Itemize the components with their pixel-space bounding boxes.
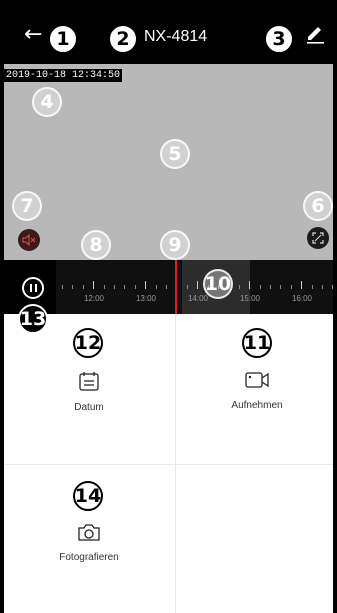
timeline-tick (72, 285, 74, 289)
timeline-tick (186, 285, 188, 289)
video-timestamp: 2019-10-18 12:34:50 (4, 69, 123, 82)
tick-label: 15:00 (239, 294, 261, 303)
callout-marker: 12 (73, 328, 103, 358)
action-panel: Datum Aufnehmen Fotografieren (4, 314, 333, 613)
timeline-tick (103, 285, 105, 289)
date-label: Datum (74, 402, 104, 413)
tick-label: 13:00 (135, 294, 157, 303)
callout-marker: 9 (160, 230, 190, 260)
callout-marker: 3 (264, 24, 294, 54)
timeline-tick (93, 281, 95, 289)
pencil-icon[interactable] (304, 22, 326, 49)
timeline-tick (62, 285, 63, 289)
back-arrow-icon[interactable]: ← (24, 24, 42, 46)
record-label: Aufnehmen (231, 400, 283, 411)
timeline-tick (197, 281, 199, 289)
callout-marker: 8 (81, 230, 111, 260)
photo-label: Fotografieren (59, 552, 119, 563)
date-button[interactable]: Datum (59, 370, 119, 413)
divider (4, 464, 333, 465)
timeline-tick (270, 285, 271, 289)
timeline-tick (124, 285, 126, 289)
callout-marker: 5 (160, 139, 190, 169)
timeline-track[interactable]: 12:00 13:00 14:00 15:00 16:00 (56, 260, 334, 314)
camera-icon (78, 524, 100, 541)
playback-timeline: 12:00 13:00 14:00 15:00 16:00 (4, 260, 334, 314)
timeline-tick (145, 281, 147, 289)
timeline-tick (155, 285, 157, 289)
callout-marker: 10 (203, 269, 233, 299)
calendar-icon (79, 372, 99, 391)
timeline-tick (280, 285, 282, 289)
callout-marker: 4 (32, 87, 62, 117)
callout-marker: 1 (48, 24, 78, 54)
photo-button[interactable]: Fotografieren (49, 522, 129, 563)
callout-marker: 11 (242, 328, 272, 358)
callout-marker: 2 (108, 24, 138, 54)
timeline-tick (311, 285, 313, 289)
timeline-tick (134, 285, 136, 289)
timeline-tick (290, 285, 292, 289)
device-title: NX-4814 (144, 28, 208, 45)
callout-marker: 13 (18, 304, 48, 334)
tick-label: 14:00 (187, 294, 209, 303)
timeline-tick (114, 285, 115, 289)
fullscreen-icon[interactable] (307, 227, 329, 249)
video-camera-icon (245, 372, 269, 388)
callout-marker: 7 (12, 191, 42, 221)
timeline-tick (332, 285, 334, 289)
speaker-muted-icon[interactable] (18, 229, 40, 251)
timeline-tick (322, 285, 323, 289)
timeline-tick (238, 285, 240, 289)
timeline-tick (82, 285, 84, 289)
callout-marker: 14 (73, 481, 103, 511)
playhead-cursor[interactable] (175, 260, 177, 314)
timeline-tick (249, 281, 251, 289)
timeline-tick (301, 281, 303, 289)
pause-icon[interactable] (22, 277, 44, 299)
tick-label: 16:00 (291, 294, 313, 303)
timeline-tick (166, 285, 167, 289)
timeline-tick (259, 285, 261, 289)
record-button[interactable]: Aufnehmen (217, 370, 297, 411)
tick-label: 12:00 (83, 294, 105, 303)
callout-marker: 6 (303, 191, 333, 221)
